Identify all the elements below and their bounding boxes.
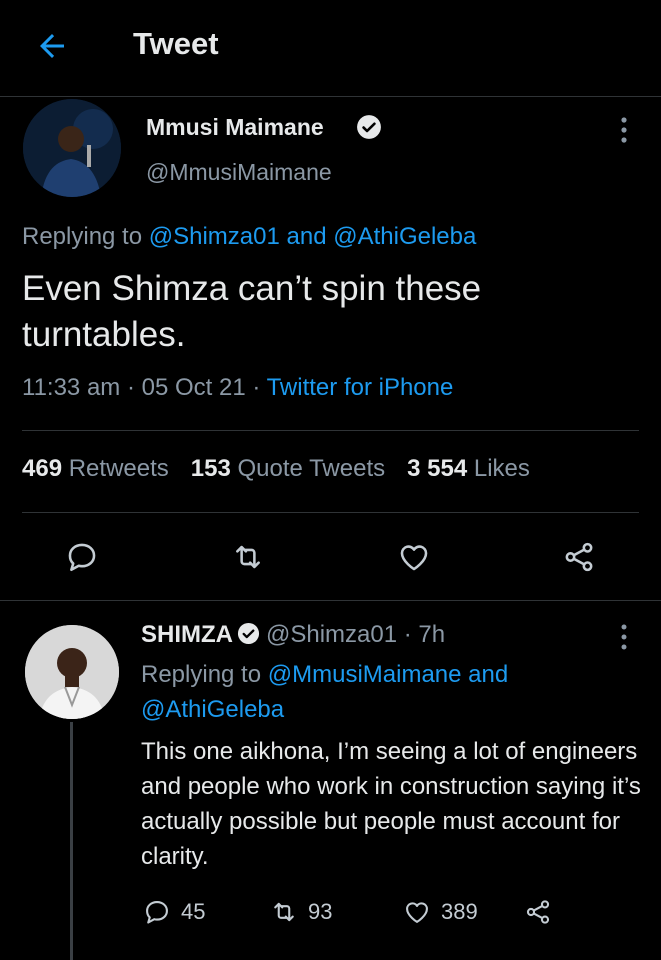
share-action[interactable] — [524, 897, 552, 927]
tweet-divider — [0, 600, 661, 601]
author-avatar[interactable] — [23, 99, 121, 197]
reply-text: This one aikhona, I’m seeing a lot of en… — [141, 738, 641, 870]
tweet-time[interactable]: 11:33 am — [22, 374, 120, 401]
tweet-source[interactable]: Twitter for iPhone — [267, 374, 454, 401]
reply-author-name[interactable]: SHIMZA — [141, 621, 233, 648]
reply-action[interactable]: 45 — [143, 897, 205, 927]
meta-divider — [22, 430, 639, 431]
quotes-stat[interactable]: 153 Quote Tweets — [191, 455, 385, 482]
reply-time: · 7h — [397, 621, 446, 648]
retweet-icon — [274, 902, 294, 922]
tweet-meta: 11:33 am · 05 Oct 21 · Twitter for iPhon… — [22, 374, 453, 402]
mention-link[interactable]: @Shimza01 — [149, 223, 280, 250]
header-divider — [0, 96, 661, 97]
stats-divider — [22, 512, 639, 513]
reply-icon[interactable] — [65, 540, 99, 574]
retweets-stat[interactable]: 469 Retweets — [22, 455, 169, 482]
more-icon[interactable] — [614, 114, 634, 146]
separator: · — [245, 374, 267, 401]
tweet-stats: 469 Retweets 153 Quote Tweets 3 554 Likes — [22, 455, 530, 483]
author-name[interactable]: Mmusi Maimane — [146, 114, 324, 141]
tweet-date[interactable]: 05 Oct 21 — [142, 374, 246, 401]
retweet-count: 93 — [308, 899, 333, 924]
separator: · — [120, 374, 142, 401]
replying-and: and — [461, 661, 509, 688]
mention-link[interactable]: @AthiGeleba — [333, 223, 476, 250]
likes-stat[interactable]: 3 554 Likes — [407, 455, 530, 482]
replying-to: Replying to @Shimza01 and @AthiGeleba — [22, 223, 476, 251]
replying-to: Replying to @MmusiMaimane and @AthiGeleb… — [141, 657, 621, 727]
back-arrow-icon[interactable] — [34, 28, 70, 64]
replying-and: and — [279, 223, 334, 250]
mention-link[interactable]: @AthiGeleba — [141, 696, 284, 723]
retweet-action[interactable]: 93 — [270, 897, 332, 927]
reply-count: 45 — [181, 899, 206, 924]
reply-author-handle[interactable]: @Shimza01 — [266, 621, 397, 648]
like-icon[interactable] — [397, 540, 431, 574]
reply-header: SHIMZA @Shimza01 · 7h — [141, 621, 445, 649]
verified-badge-icon — [237, 622, 260, 645]
replying-prefix: Replying to — [141, 661, 268, 688]
share-icon[interactable] — [562, 540, 596, 574]
mention-link[interactable]: @MmusiMaimane — [268, 661, 462, 688]
share-icon — [526, 900, 550, 924]
like-count: 389 — [441, 899, 478, 924]
reply-icon — [146, 901, 168, 924]
more-icon[interactable] — [614, 622, 634, 652]
retweet-icon[interactable] — [231, 540, 265, 574]
author-handle[interactable]: @MmusiMaimane — [146, 159, 332, 186]
like-icon — [406, 902, 428, 923]
verified-badge-icon — [357, 115, 381, 139]
page-title: Tweet — [133, 26, 219, 61]
replying-prefix: Replying to — [22, 223, 149, 250]
like-action[interactable]: 389 — [403, 897, 478, 927]
tweet-text: Even Shimza can’t spin these turntables. — [22, 269, 482, 354]
thread-line — [70, 722, 73, 960]
reply-author-avatar[interactable] — [25, 625, 119, 719]
